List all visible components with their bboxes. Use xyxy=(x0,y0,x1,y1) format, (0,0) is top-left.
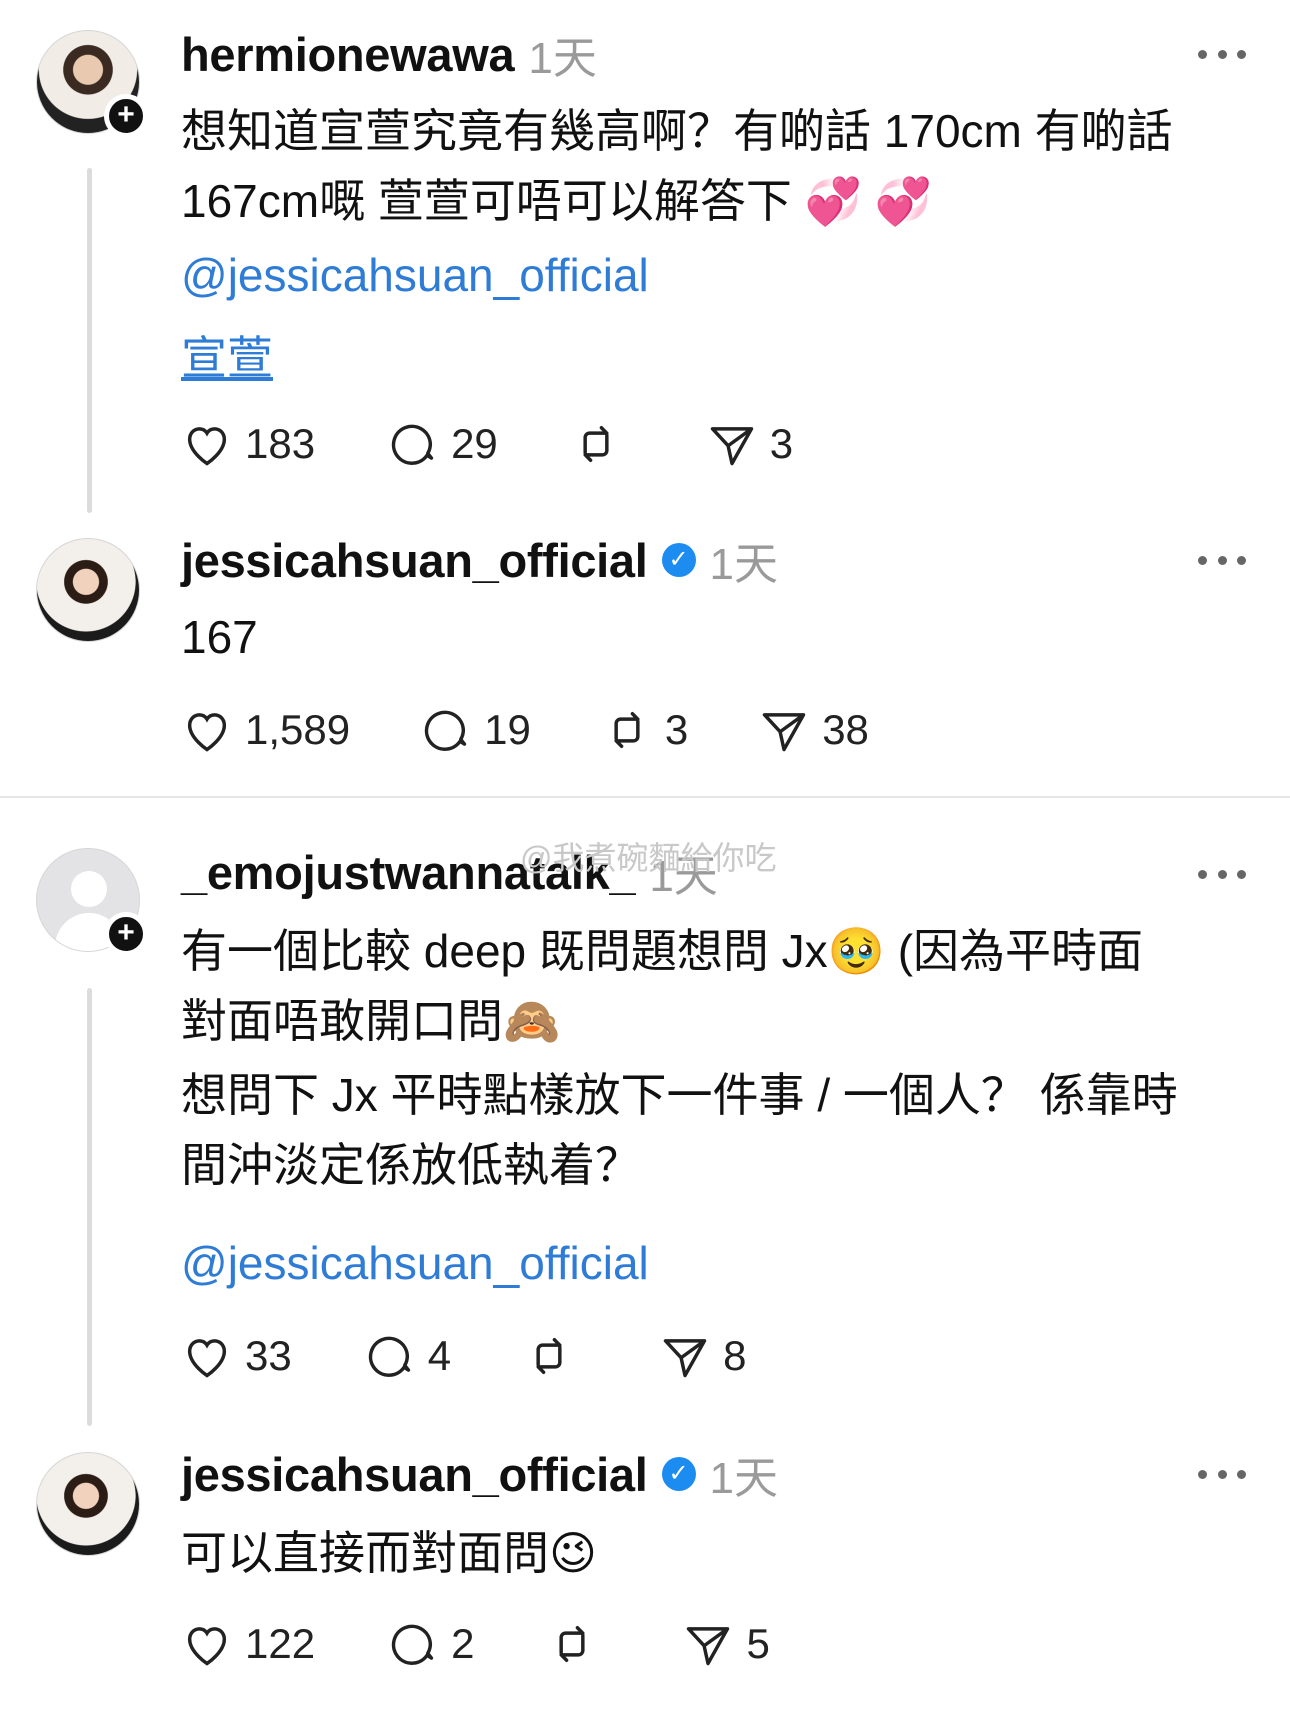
post-text: 可以直接而對面問😉 xyxy=(181,1527,597,1579)
comment-button[interactable]: 29 xyxy=(387,418,498,470)
send-icon xyxy=(663,1339,707,1378)
action-bar: 183 29 3 xyxy=(181,414,865,474)
post-text-line: 想知道宣萱究竟有幾高啊？有啲話 170cm 有啲話 xyxy=(181,105,1173,157)
username[interactable]: jessicahsuan_official xyxy=(181,533,648,588)
thread-divider xyxy=(0,796,1290,798)
thread-line xyxy=(87,168,92,513)
share-button[interactable]: 3 xyxy=(706,418,793,470)
post-header: jessicahsuan_official ✓ 1天 xyxy=(181,530,778,590)
repost-icon xyxy=(583,426,609,462)
post-text-line: 想問下 Jx 平時點樣放下一件事 / 一個人？ 係靠時 xyxy=(181,1069,1178,1121)
repost-button[interactable]: 3 xyxy=(601,704,688,756)
comment-button[interactable]: 2 xyxy=(387,1618,474,1670)
post-text: 167 xyxy=(181,611,258,663)
share-count: 8 xyxy=(723,1332,747,1379)
repost-button[interactable] xyxy=(546,1618,610,1670)
share-count: 3 xyxy=(769,420,794,467)
timestamp: 1天 xyxy=(709,1454,779,1503)
verified-badge-icon: ✓ xyxy=(661,543,696,577)
verified-badge-icon: ✓ xyxy=(661,1457,696,1491)
repost-icon xyxy=(536,1338,562,1374)
post-text-line: 167cm嘅 萱萱可唔可以解答下 💞 💞 xyxy=(181,175,932,227)
thread-line xyxy=(87,988,92,1426)
send-icon xyxy=(687,1627,730,1666)
comment-count: 4 xyxy=(427,1332,452,1379)
like-count: 183 xyxy=(245,420,316,467)
share-button[interactable]: 8 xyxy=(659,1330,746,1382)
avatar[interactable] xyxy=(36,1452,140,1556)
username[interactable]: jessicahsuan_official xyxy=(181,1447,648,1502)
follow-plus-icon[interactable]: + xyxy=(104,94,148,138)
mention-link[interactable]: 宣萱 xyxy=(181,322,273,388)
share-button[interactable]: 38 xyxy=(758,704,869,756)
like-button[interactable]: 1,589 xyxy=(181,704,350,756)
like-count: 33 xyxy=(245,1332,292,1379)
send-icon xyxy=(762,713,806,752)
share-button[interactable]: 5 xyxy=(682,1618,770,1670)
like-button[interactable]: 183 xyxy=(181,418,315,470)
like-count: 122 xyxy=(245,1620,316,1667)
action-bar: 33 4 8 xyxy=(181,1326,818,1386)
mention-link[interactable]: @jessicahsuan_official xyxy=(181,1236,649,1290)
comment-button[interactable]: 19 xyxy=(420,704,531,756)
action-bar: 122 2 5 xyxy=(181,1614,842,1674)
comment-bubble-icon xyxy=(391,1624,434,1665)
more-dots-icon[interactable] xyxy=(1198,44,1246,64)
like-button[interactable]: 33 xyxy=(181,1330,292,1382)
more-dots-icon[interactable] xyxy=(1198,1464,1246,1484)
repost-icon xyxy=(614,712,640,748)
like-count: 1,589 xyxy=(245,706,351,753)
share-count: 5 xyxy=(746,1620,770,1667)
heart-icon xyxy=(187,1627,227,1666)
username[interactable]: hermionewawa xyxy=(181,27,515,82)
post-text-line: 對面唔敢開口問🙈 xyxy=(181,995,561,1047)
comment-bubble-icon xyxy=(424,710,467,751)
timestamp: 1天 xyxy=(709,540,779,589)
comment-bubble-icon xyxy=(391,424,434,465)
repost-icon xyxy=(559,1626,586,1662)
post-header: hermionewawa 1天 xyxy=(181,24,597,84)
repost-button[interactable] xyxy=(523,1330,587,1382)
more-dots-icon[interactable] xyxy=(1198,864,1246,884)
post-header: jessicahsuan_official ✓ 1天 xyxy=(181,1444,778,1504)
comment-bubble-icon xyxy=(368,1336,410,1377)
repost-count: 3 xyxy=(664,706,689,753)
follow-plus-icon[interactable]: + xyxy=(104,912,148,956)
heart-icon xyxy=(187,1339,227,1378)
mention-link[interactable]: @jessicahsuan_official xyxy=(181,248,649,302)
heart-icon xyxy=(187,427,227,466)
action-bar: 1,589 19 3 38 xyxy=(181,700,941,760)
comment-count: 19 xyxy=(484,706,531,753)
comment-count: 29 xyxy=(451,420,498,467)
like-button[interactable]: 122 xyxy=(181,1618,315,1670)
heart-icon xyxy=(187,713,227,752)
more-dots-icon[interactable] xyxy=(1198,550,1246,570)
post-text-line: 間沖淡定係放低執着？ xyxy=(181,1139,641,1191)
send-icon xyxy=(710,427,754,466)
comment-count: 2 xyxy=(451,1620,475,1667)
share-count: 38 xyxy=(822,706,869,753)
post-text-line: 有一個比較 deep 既問題想問 Jx🥹 (因為平時面 xyxy=(181,925,1144,977)
repost-button[interactable] xyxy=(570,418,634,470)
timestamp: 1天 xyxy=(528,34,597,83)
avatar[interactable] xyxy=(36,538,140,642)
comment-button[interactable]: 4 xyxy=(364,1330,451,1382)
watermark-text: @我煮碗麵給你吃 xyxy=(520,840,777,876)
